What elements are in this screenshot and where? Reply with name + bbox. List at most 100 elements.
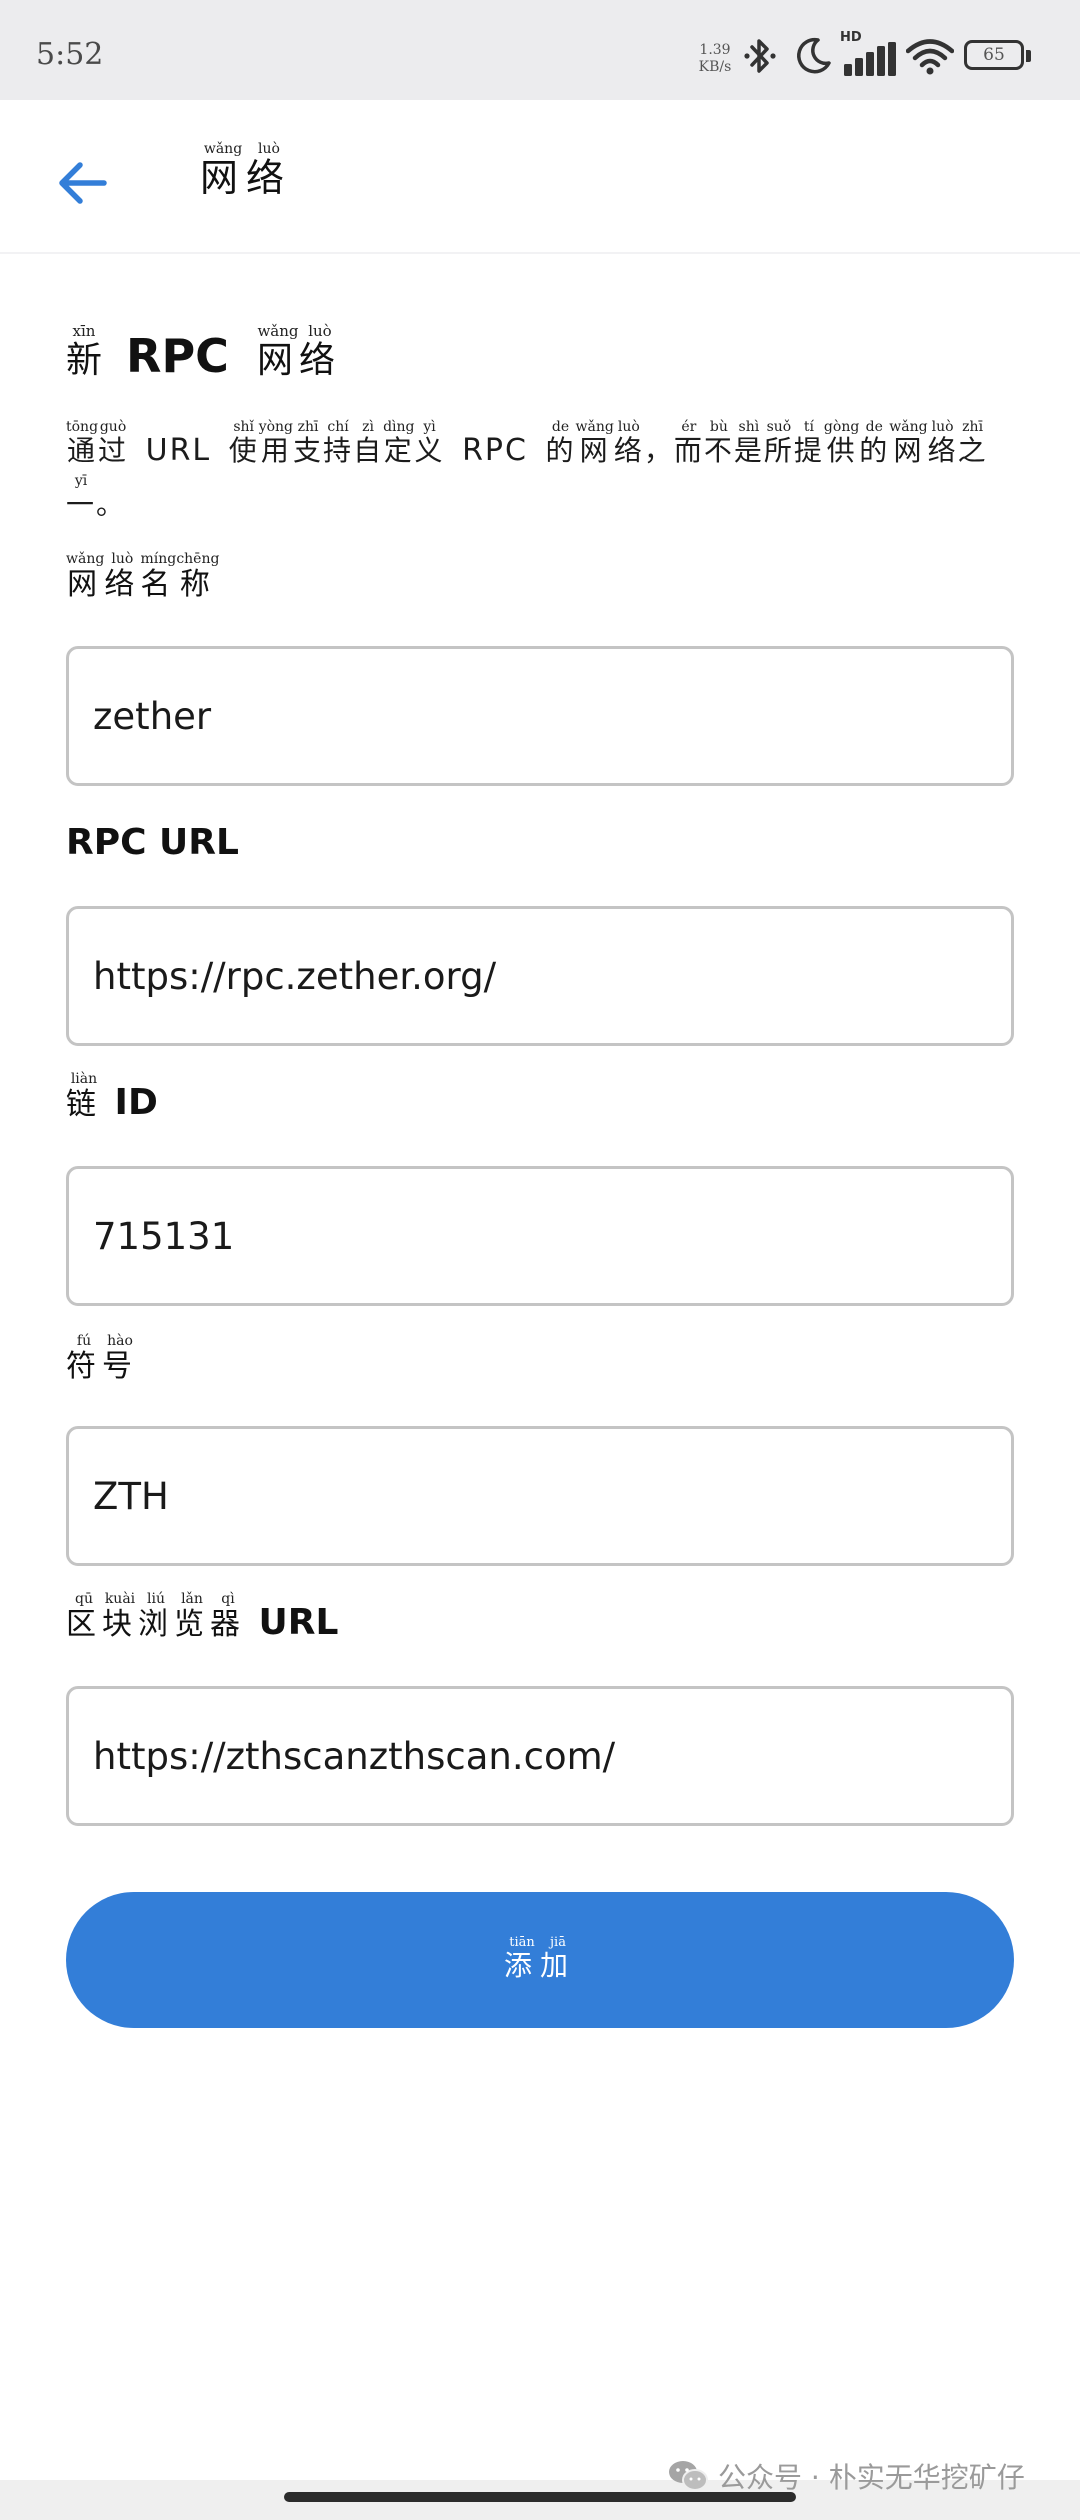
wechat-icon: [669, 2461, 708, 2491]
ruby-char: 提tí: [793, 419, 824, 467]
pinyin-annotation: míng: [140, 551, 177, 567]
ruby-char: 新xīn: [66, 322, 103, 381]
pinyin-annotation: zhī: [957, 419, 988, 435]
pinyin-annotation: wǎng: [200, 141, 246, 157]
ruby-char: 络luò: [613, 419, 644, 467]
rpc-url-input[interactable]: [69, 909, 1011, 1043]
ruby-char: 供gòng: [823, 419, 860, 467]
chain-id-label: 链liàn ID: [66, 1071, 158, 1127]
network-speed-value: 1.39: [699, 42, 731, 58]
pinyin-annotation: wǎng: [575, 419, 614, 435]
app-header: 网wǎng络luò: [0, 100, 1080, 254]
ruby-char: 络luò: [104, 551, 141, 602]
wifi-icon: [906, 39, 954, 75]
description-latin-url: URL: [145, 433, 212, 468]
watermark: 公众号 · 朴实无华挖矿仔: [668, 2456, 1025, 2496]
moon-icon: [797, 37, 831, 74]
pinyin-annotation: qì: [210, 1591, 246, 1607]
pinyin-annotation: zhī: [293, 419, 324, 435]
ruby-char: 链liàn: [66, 1071, 102, 1122]
ruby-char: 号hào: [102, 1333, 138, 1384]
ruby-char: 义yì: [414, 419, 445, 467]
pinyin-annotation: luò: [246, 141, 293, 157]
back-button[interactable]: [50, 150, 116, 216]
signal-indicator: HD: [840, 30, 898, 76]
ruby-char: 络luò: [927, 419, 958, 467]
add-button[interactable]: 添tiān加jiā: [66, 1892, 1014, 2028]
block-explorer-url-input[interactable]: [69, 1689, 1011, 1823]
ruby-char: 过guò: [98, 419, 129, 467]
ruby-char: 块kuài: [102, 1591, 138, 1642]
ruby-char: 网wǎng: [575, 419, 614, 467]
ruby-char: 而ér: [673, 419, 704, 467]
pinyin-annotation: tí: [793, 419, 824, 435]
ruby-char: 浏liú: [138, 1591, 174, 1642]
network-name-input[interactable]: [69, 649, 1011, 783]
symbol-label: 符fú号hào: [66, 1333, 138, 1389]
pinyin-annotation: liú: [138, 1591, 174, 1607]
chain-id-label-latin: ID: [114, 1082, 158, 1123]
ruby-char: 自zì: [353, 419, 384, 467]
ruby-char: 的de: [545, 419, 576, 467]
ruby-char: 览lǎn: [174, 1591, 210, 1642]
ruby-char: 网wǎng: [66, 551, 105, 602]
pinyin-annotation: bù: [703, 419, 734, 435]
pinyin-annotation: liàn: [66, 1071, 102, 1087]
network-name-label: 网wǎng络luò名míng称chēng: [66, 551, 220, 607]
chain-id-field-box: [66, 1166, 1014, 1306]
ruby-char: 定dìng: [383, 419, 415, 467]
ruby-char: 加jiā: [540, 1935, 577, 1982]
pinyin-annotation: kuài: [102, 1591, 138, 1607]
page-description: 通tōng过guò URL 使shǐ用yòng支zhī持chí自zì定dìng义…: [66, 419, 1014, 532]
pinyin-annotation: tōng: [66, 419, 99, 435]
chain-id-input[interactable]: [69, 1169, 1011, 1303]
ruby-char: 名míng: [140, 551, 177, 602]
ruby-char: 的de: [859, 419, 890, 467]
ruby-char: 之zhī: [957, 419, 988, 467]
arrow-left-icon: [59, 162, 107, 204]
pinyin-annotation: qū: [66, 1591, 102, 1607]
pinyin-annotation: luò: [613, 419, 644, 435]
pinyin-annotation: guò: [98, 419, 129, 435]
symbol-field-box: [66, 1426, 1014, 1566]
pinyin-annotation: wǎng: [66, 551, 105, 567]
bluetooth-icon: [744, 39, 776, 73]
symbol-input[interactable]: [69, 1429, 1011, 1563]
network-speed: 1.39 KB/s: [690, 42, 740, 76]
status-bar: 5:52 1.39 KB/s HD 65: [0, 0, 1080, 100]
network-speed-unit: KB/s: [698, 59, 732, 75]
pinyin-annotation: de: [545, 419, 576, 435]
pinyin-annotation: fú: [66, 1333, 102, 1349]
add-button-label: 添tiān加jiā: [503, 1935, 577, 1984]
ruby-char: 支zhī: [293, 419, 324, 467]
pinyin-annotation: shì: [733, 419, 764, 435]
pinyin-annotation: yì: [414, 419, 445, 435]
rpc-url-field-box: [66, 906, 1014, 1046]
ruby-char: 一yī: [66, 473, 97, 521]
ruby-char: 络luò: [298, 322, 341, 381]
page-title-latin: RPC: [126, 329, 229, 383]
ruby-char: 通tōng: [66, 419, 99, 467]
pinyin-annotation: dìng: [383, 419, 415, 435]
ruby-char: 使shǐ: [228, 419, 259, 467]
pinyin-annotation: shǐ: [228, 419, 259, 435]
description-latin-rpc: RPC: [462, 433, 528, 468]
ruby-char: 器qì: [210, 1591, 246, 1642]
punctuation: ，: [643, 434, 674, 467]
ruby-char: 称chēng: [176, 551, 220, 602]
ruby-char: 网wǎng: [889, 419, 928, 467]
pinyin-annotation: chēng: [176, 551, 220, 567]
signal-icon: [844, 42, 896, 76]
pinyin-annotation: luò: [927, 419, 958, 435]
pinyin-annotation: lǎn: [174, 1591, 210, 1607]
pinyin-annotation: suǒ: [763, 419, 794, 435]
pinyin-annotation: yòng: [258, 419, 294, 435]
battery-level: 65: [983, 45, 1005, 65]
pinyin-annotation: yī: [66, 473, 97, 489]
network-name-field-box: [66, 646, 1014, 786]
pinyin-annotation: luò: [104, 551, 141, 567]
block-explorer-url-label: 区qū块kuài浏liú览lǎn器qì URL: [66, 1591, 338, 1647]
pinyin-annotation: gòng: [823, 419, 860, 435]
ruby-char: 添tiān: [503, 1935, 540, 1982]
ruby-char: 络luò: [246, 141, 293, 200]
